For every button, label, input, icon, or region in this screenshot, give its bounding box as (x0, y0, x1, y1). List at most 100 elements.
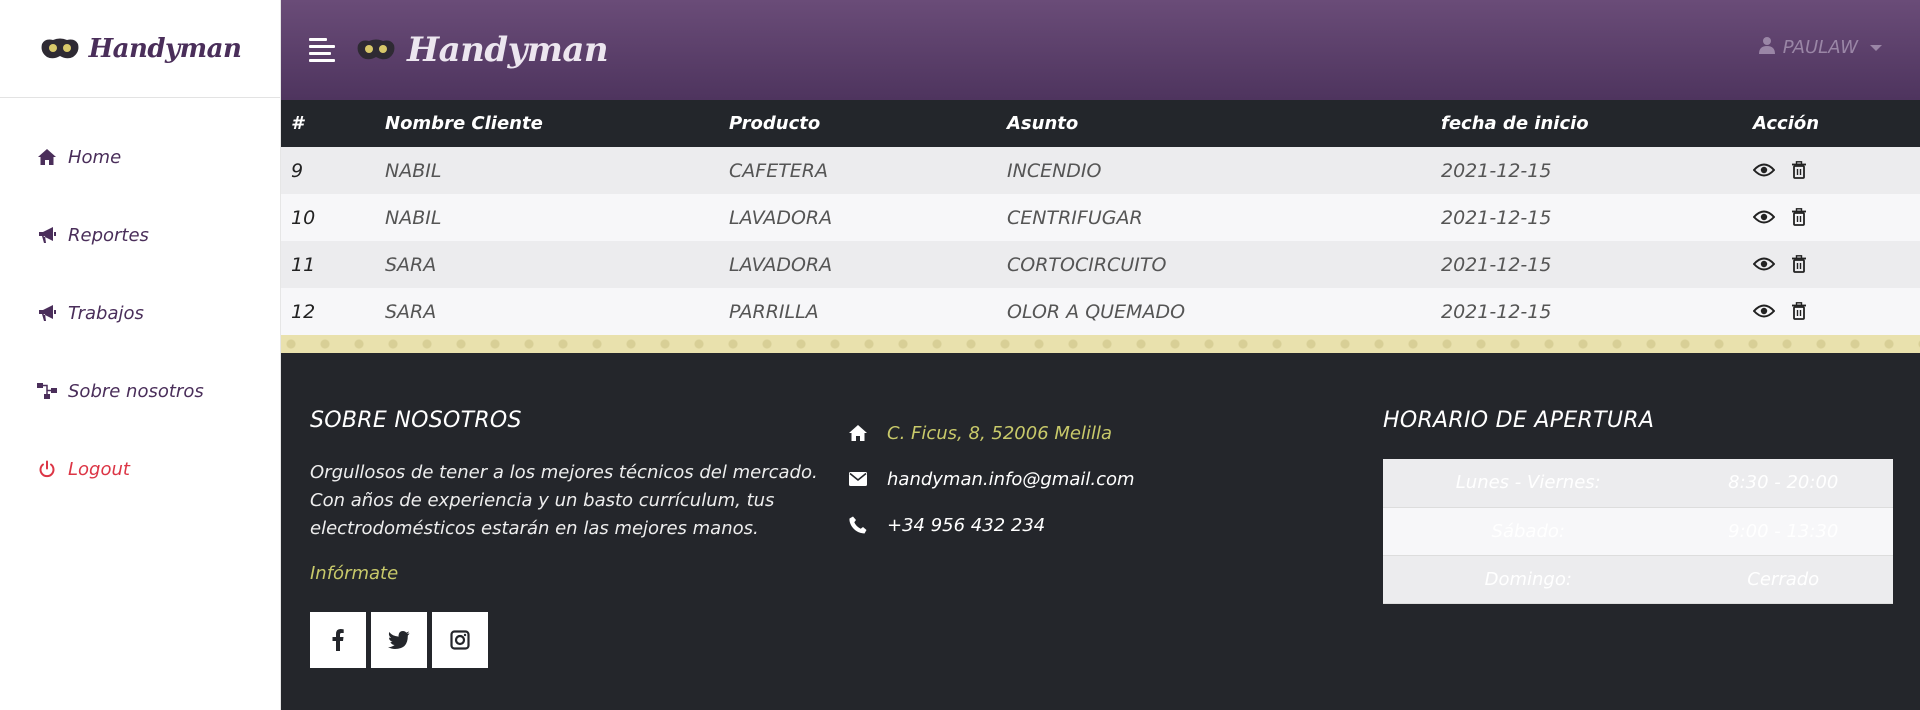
phone-text[interactable]: +34 956 432 234 (887, 515, 1045, 536)
footer: SOBRE NOSOTROS Orgullosos de tener a los… (281, 353, 1920, 710)
footer-contact: C. Ficus, 8, 52006 Melilla handyman.info… (847, 410, 1297, 548)
social-links (310, 612, 820, 668)
cell-id: 11 (291, 253, 316, 276)
trash-icon[interactable] (1791, 254, 1807, 273)
cell-fecha: 2021-12-15 (1441, 206, 1552, 229)
decorative-pattern-strip (281, 335, 1920, 353)
cell-cliente: NABIL (385, 206, 442, 229)
chevron-down-icon (1870, 44, 1882, 51)
sidebar-item-trabajos[interactable]: Trabajos (0, 274, 280, 352)
cell-fecha: 2021-12-15 (1441, 159, 1552, 182)
sidebar-item-label: Reportes (68, 224, 149, 246)
megaphone-icon (36, 224, 58, 246)
cell-asunto: INCENDIO (1007, 159, 1102, 182)
contact-phone: +34 956 432 234 (847, 502, 1297, 548)
table-row: 9 NABIL CAFETERA INCENDIO 2021-12-15 (281, 147, 1920, 194)
trash-icon[interactable] (1791, 207, 1807, 226)
cell-actions (1743, 147, 1920, 194)
view-icon[interactable] (1753, 257, 1775, 271)
menu-toggle-icon[interactable] (309, 38, 335, 62)
hours-time: 8:30 - 20:00 (1728, 472, 1839, 494)
cell-asunto: CENTRIFUGAR (1007, 206, 1143, 229)
cell-asunto: CORTOCIRCUITO (1007, 253, 1167, 276)
hours-day: Lunes - Viernes: (1455, 472, 1601, 494)
user-icon (1758, 36, 1775, 59)
sidebar-item-logout[interactable]: Logout (0, 430, 280, 508)
email-text[interactable]: handyman.info@gmail.com (887, 469, 1135, 490)
trash-icon[interactable] (1791, 301, 1807, 320)
twitter-icon[interactable] (371, 612, 427, 668)
cell-id: 12 (291, 300, 316, 323)
logo-icon (357, 39, 395, 60)
cell-actions (1743, 194, 1920, 241)
sidebar-item-home[interactable]: Home (0, 118, 280, 196)
trash-icon[interactable] (1791, 160, 1807, 179)
hours-table: Lunes - Viernes: 8:30 - 20:00 Sábado: 9:… (1383, 459, 1893, 604)
sidebar-brand[interactable]: Handyman (0, 0, 280, 98)
sidebar-brand-name: Handyman (88, 33, 242, 64)
phone-icon (847, 516, 869, 534)
cell-id: 10 (291, 206, 316, 229)
cell-producto: LAVADORA (729, 206, 833, 229)
cell-cliente: NABIL (385, 159, 442, 182)
sidebar-item-label: Home (68, 146, 122, 168)
view-icon[interactable] (1753, 210, 1775, 224)
cell-actions (1743, 288, 1920, 335)
table-row: 10 NABIL LAVADORA CENTRIFUGAR 2021-12-15 (281, 194, 1920, 241)
more-info-link[interactable]: Infórmate (310, 563, 820, 584)
sidebar: Handyman Home Reportes Trabajos Sobre no… (0, 0, 281, 710)
hours-title: HORARIO DE APERTURA (1383, 408, 1655, 433)
sidebar-item-sobre-nosotros[interactable]: Sobre nosotros (0, 352, 280, 430)
megaphone-icon (36, 302, 58, 324)
cell-producto: LAVADORA (729, 253, 833, 276)
table-header-row: # Nombre Cliente Producto Asunto fecha d… (281, 100, 1920, 147)
footer-hours: HORARIO DE APERTURA Lunes - Viernes: 8:3… (1383, 408, 1893, 604)
contact-email: handyman.info@gmail.com (847, 456, 1297, 502)
sidebar-item-reportes[interactable]: Reportes (0, 196, 280, 274)
table-row: 11 SARA LAVADORA CORTOCIRCUITO 2021-12-1… (281, 241, 1920, 288)
cell-cliente: SARA (385, 300, 437, 323)
user-menu[interactable]: PAULAW (1758, 36, 1882, 59)
cell-actions (1743, 241, 1920, 288)
table-row: 12 SARA PARRILLA OLOR A QUEMADO 2021-12-… (281, 288, 1920, 335)
header-brand[interactable]: Handyman (355, 30, 609, 70)
column-header: Asunto (1007, 113, 1079, 134)
view-icon[interactable] (1753, 304, 1775, 318)
cell-asunto: OLOR A QUEMADO (1007, 300, 1186, 323)
view-icon[interactable] (1753, 163, 1775, 177)
hours-day: Sábado: (1491, 520, 1565, 542)
facebook-icon[interactable] (310, 612, 366, 668)
cell-cliente: SARA (385, 253, 437, 276)
column-header: Acción (1753, 113, 1820, 134)
column-header: Producto (729, 113, 821, 134)
cell-producto: PARRILLA (729, 300, 819, 323)
hours-day: Domingo: (1484, 568, 1572, 590)
cell-fecha: 2021-12-15 (1441, 253, 1552, 276)
column-header: fecha de inicio (1441, 113, 1589, 134)
cell-id: 9 (291, 159, 304, 182)
user-name: PAULAW (1782, 37, 1858, 58)
sidebar-item-label: Sobre nosotros (68, 380, 204, 402)
sidebar-item-label: Trabajos (68, 302, 144, 324)
address-text: C. Ficus, 8, 52006 Melilla (887, 422, 1113, 444)
hours-row: Domingo: Cerrado (1383, 555, 1893, 603)
home-icon (36, 146, 58, 168)
power-icon (36, 458, 58, 480)
about-title: SOBRE NOSOTROS (310, 408, 522, 433)
sidebar-nav: Home Reportes Trabajos Sobre nosotros Lo… (0, 98, 280, 508)
envelope-icon (847, 472, 869, 486)
column-header: # (291, 113, 304, 134)
footer-about: SOBRE NOSOTROS Orgullosos de tener a los… (310, 408, 820, 668)
home-icon (847, 424, 869, 442)
hours-time: 9:00 - 13:30 (1728, 520, 1839, 542)
top-bar: Handyman PAULAW (281, 0, 1920, 100)
jobs-table: # Nombre Cliente Producto Asunto fecha d… (281, 100, 1920, 335)
hours-time: Cerrado (1747, 568, 1820, 590)
hours-row: Lunes - Viernes: 8:30 - 20:00 (1383, 459, 1893, 507)
about-text: Orgullosos de tener a los mejores técnic… (310, 462, 818, 539)
column-header: Nombre Cliente (385, 113, 543, 134)
sitemap-icon (36, 380, 58, 402)
sidebar-item-label: Logout (68, 458, 130, 480)
instagram-icon[interactable] (432, 612, 488, 668)
cell-fecha: 2021-12-15 (1441, 300, 1552, 323)
